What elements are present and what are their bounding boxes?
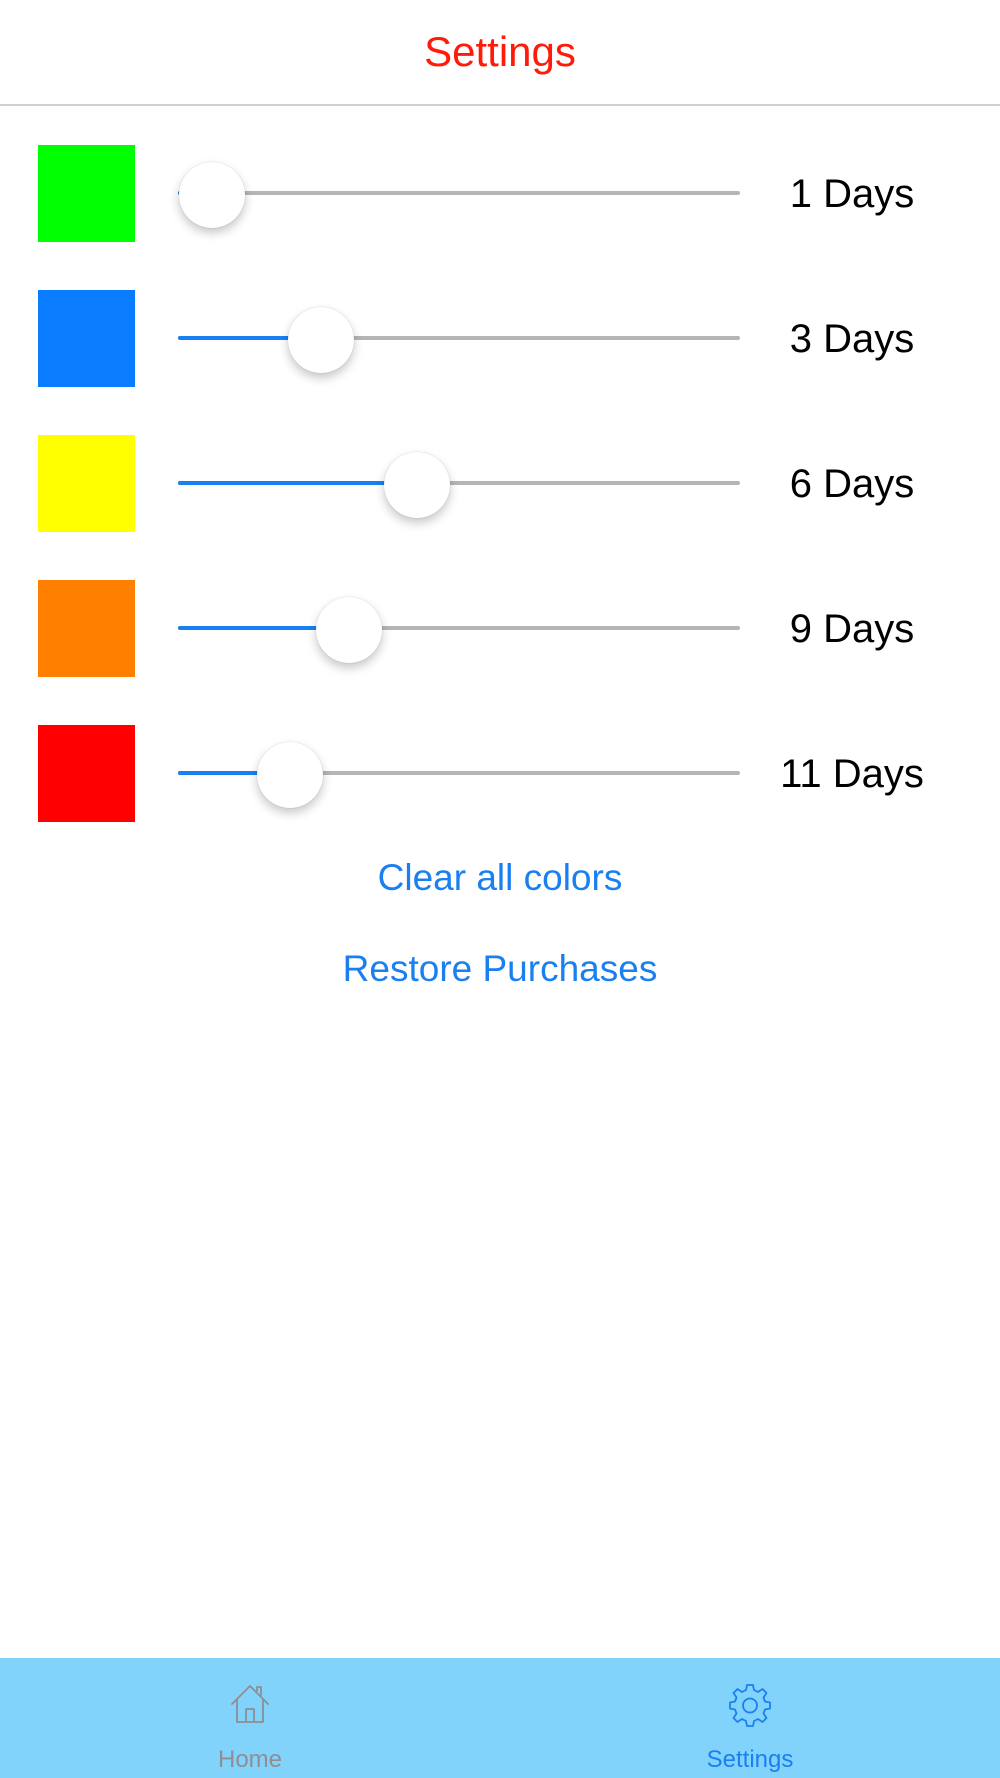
slider-thumb[interactable] — [257, 742, 324, 808]
days-label-green: 1 Days — [789, 172, 915, 216]
days-slider-orange[interactable] — [178, 580, 740, 678]
days-slider-green[interactable] — [178, 145, 740, 243]
clear-all-colors-button[interactable]: Clear all colors — [0, 856, 1000, 900]
tab-home-label: Home — [217, 1746, 283, 1773]
slider-track — [178, 191, 740, 195]
color-row-yellow: 6 Days — [0, 435, 1000, 533]
days-slider-blue[interactable] — [178, 290, 740, 388]
slider-fill — [178, 481, 417, 485]
restore-purchases-button[interactable]: Restore Purchases — [0, 947, 1000, 991]
color-row-green: 1 Days — [0, 145, 1000, 243]
color-swatch-yellow — [38, 435, 135, 532]
color-swatch-green — [38, 145, 135, 242]
color-swatch-orange — [38, 580, 135, 677]
color-row-orange: 9 Days — [0, 580, 1000, 678]
slider-thumb[interactable] — [383, 452, 450, 518]
tab-settings[interactable]: Settings — [500, 1658, 1000, 1778]
days-label-orange: 9 Days — [789, 607, 915, 651]
navigation-bar: Settings — [0, 0, 1000, 106]
tab-settings-label: Settings — [706, 1746, 794, 1773]
tab-home[interactable]: Home — [0, 1658, 500, 1778]
tab-bar: Home Settings — [0, 1658, 1000, 1778]
color-row-blue: 3 Days — [0, 290, 1000, 388]
days-label-yellow: 6 Days — [789, 462, 915, 506]
slider-thumb[interactable] — [288, 307, 355, 373]
gear-icon — [729, 1684, 771, 1727]
days-label-red: 11 Days — [780, 752, 924, 796]
days-slider-yellow[interactable] — [178, 435, 740, 533]
slider-thumb[interactable] — [178, 162, 245, 228]
color-row-red: 11 Days — [0, 725, 1000, 823]
page-title: Settings — [424, 28, 576, 75]
days-label-blue: 3 Days — [789, 317, 915, 361]
slider-thumb[interactable] — [316, 597, 383, 663]
days-slider-red[interactable] — [178, 725, 740, 823]
home-icon — [231, 1685, 269, 1723]
color-swatch-blue — [38, 290, 135, 387]
color-swatch-red — [38, 725, 135, 822]
